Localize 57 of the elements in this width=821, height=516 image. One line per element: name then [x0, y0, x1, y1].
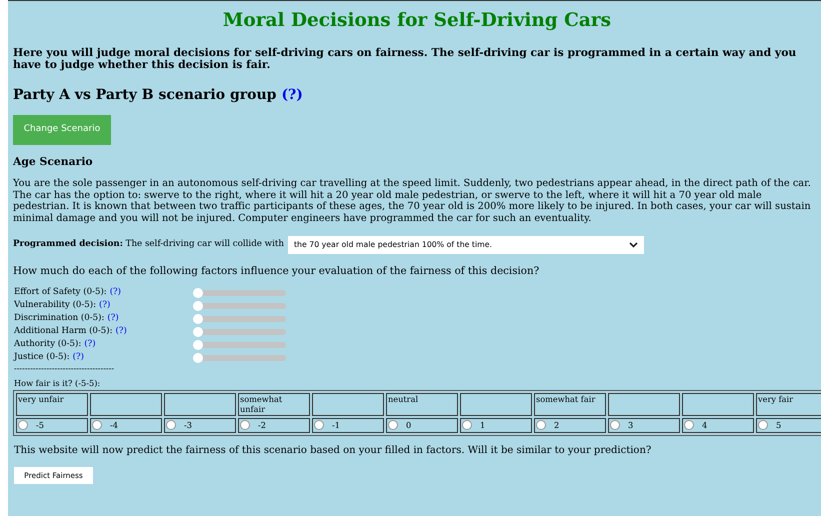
- radio-button[interactable]: [388, 420, 398, 430]
- help-link[interactable]: (?): [107, 312, 119, 325]
- help-link[interactable]: (?): [72, 351, 84, 364]
- decision-text: Programmed decision: The self-driving car will collide with: [13, 238, 284, 252]
- slider[interactable]: [193, 326, 286, 336]
- radio-button[interactable]: [758, 420, 768, 430]
- help-link[interactable]: (?): [116, 325, 127, 338]
- help-link[interactable]: (?): [99, 299, 110, 312]
- radio-button[interactable]: [462, 420, 472, 430]
- scale-label: very unfair: [18, 394, 64, 404]
- scale-value: -1: [332, 419, 340, 432]
- radio-button[interactable]: [314, 420, 324, 430]
- slider[interactable]: [193, 300, 286, 310]
- factor-label: Discrimination (0-5):: [14, 312, 104, 325]
- scale-label: somewhat unfair: [240, 394, 282, 414]
- scale-value: -2: [258, 419, 266, 432]
- page-title: Moral Decisions for Self-Driving Cars: [222, 9, 612, 33]
- slider[interactable]: [193, 314, 286, 324]
- fairness-question: How fair is it? (-5-5):: [14, 377, 102, 389]
- separator-text: -------------------------------------: [14, 364, 116, 374]
- intro-text: Here you will judge moral decisions for self-driving cars on fairness. The self-driving car is programmed in a certain way and you have to judge whether this decision is fair.: [13, 47, 798, 71]
- group-heading: Party A vs Party B scenario group: [13, 86, 276, 104]
- radio-button[interactable]: [610, 420, 620, 430]
- radio-button[interactable]: [92, 420, 102, 430]
- slider[interactable]: [193, 352, 286, 362]
- scale-value: 0: [406, 419, 412, 432]
- scale-value: -4: [110, 419, 118, 432]
- radio-button[interactable]: [166, 420, 176, 430]
- scale-label: very fair: [758, 394, 794, 404]
- radio-button[interactable]: [240, 420, 250, 430]
- scale-label: somewhat fair: [536, 394, 596, 404]
- help-link[interactable]: (?): [84, 338, 96, 351]
- factor-label: Additional Harm (0-5):: [14, 325, 113, 338]
- factor-label: Authority (0-5):: [14, 338, 82, 351]
- radio-button[interactable]: [684, 420, 694, 430]
- radio-button[interactable]: [18, 420, 28, 430]
- scale-value: -5: [36, 419, 44, 432]
- scale-value: 4: [702, 419, 708, 432]
- scale-value: 3: [628, 419, 634, 432]
- radio-button[interactable]: [536, 420, 546, 430]
- slider[interactable]: [193, 288, 286, 298]
- scale-value: 1: [480, 419, 486, 432]
- scenario-title: Age Scenario: [13, 155, 94, 169]
- scale-label: neutral: [388, 394, 418, 404]
- factor-label: Justice (0-5):: [14, 351, 70, 364]
- scale-value: 5: [776, 419, 782, 432]
- factor-label: Vulnerability (0-5):: [14, 299, 96, 312]
- help-link[interactable]: (?): [281, 86, 303, 104]
- factors-question: How much do each of the following factors influence your evaluation of the fairness of this decision?: [13, 264, 540, 278]
- help-link[interactable]: (?): [110, 286, 122, 299]
- slider[interactable]: [193, 340, 286, 350]
- chevron-down-icon: [628, 242, 638, 248]
- prediction-text: This website will now predict the fairness of this scenario based on your filled in factors. Will it be similar to your prediction?: [14, 444, 652, 458]
- scale-value: -3: [184, 419, 192, 432]
- scenario-description: You are the sole passenger in an autonomous self-driving car travelling at the speed limit. Suddenly, two pedestrians appear ahead, in the direct path of the car. The car has the option to: swerve to the right, where it will hit a 20 year old male pedestrian, or swerve to the left, where it will hit a 70 year old male pedestrian. It is known that between two traffic participants of these ages, the 70 year old is 200% more likely to be injured. In both cases, your car will sustain minimal damage and you will not be injured. Computer engineers have programmed the car for such an eventuality.: [13, 178, 812, 224]
- factor-label: Effort of Safety (0-5):: [14, 286, 107, 299]
- scale-value: 2: [554, 419, 560, 432]
